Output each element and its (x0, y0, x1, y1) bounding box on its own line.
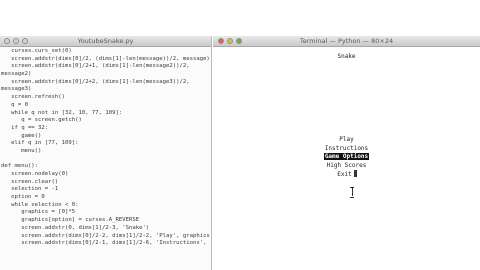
terminal-titlebar[interactable]: Terminal — Python — 80×24 (213, 36, 480, 47)
text-cursor-icon (350, 187, 354, 198)
terminal-window[interactable]: Terminal — Python — 80×24 Snake Play Inst… (213, 36, 480, 270)
code-line: screen.addstr(dims[0]/2, (dims[1]-len(me… (1, 55, 210, 62)
code-line: def menu(): (1, 163, 39, 170)
menu-item-label: Game Options (323, 153, 370, 160)
code-editor-window[interactable]: YoutubeSnake.py curses.curs_set(0) scree… (0, 36, 212, 270)
code-line: game() (1, 132, 42, 139)
code-line: screen.addstr(dims[0]/2-2, dims[1]/2-2, … (1, 232, 212, 239)
game-menu: Play Instructions Game Options High Scores E… (213, 136, 480, 179)
code-line: while q not in [32, 10, 77, 109]: (1, 109, 123, 116)
code-line: selection = -1 (1, 186, 59, 193)
code-line: q = 0 (1, 101, 28, 108)
code-line: while selection < 0: (1, 201, 79, 208)
code-line: q = screen.getch() (1, 117, 82, 124)
code-line: screen.addstr(dims[0]/2+1, (dims[1]-len(… (1, 63, 190, 70)
code-line: message2) (1, 71, 32, 78)
menu-item-game-options[interactable]: Game Options (213, 153, 480, 162)
code-line: graphics = [0]*5 (1, 209, 76, 216)
code-line: screen.addstr(0, dims[1]/2-3, 'Snake') (1, 224, 150, 231)
editor-titlebar[interactable]: YoutubeSnake.py (0, 36, 211, 47)
code-line: screen.addstr(dims[0]/2-1, dims[1]/2-6, … (1, 240, 207, 247)
menu-item-exit[interactable]: Exit (213, 170, 480, 179)
code-line: elif q in [77, 109]: (1, 140, 79, 147)
code-line: menu() (1, 147, 42, 154)
menu-item-label: Play (339, 136, 354, 143)
code-line: option = 0 (1, 194, 45, 201)
code-line: screen.clear() (1, 178, 59, 185)
terminal-title: Terminal — Python — 80×24 (299, 37, 394, 45)
terminal-screen[interactable]: Snake Play Instructions Game Options High S… (213, 47, 480, 270)
game-title: Snake (337, 53, 356, 60)
code-line: screen.nodelay(0) (1, 171, 69, 177)
menu-item-label: Exit (337, 171, 352, 178)
code-line: message3) (1, 86, 32, 93)
code-line: if q == 32: (1, 124, 49, 131)
editor-title: YoutubeSnake.py (77, 37, 134, 45)
menu-item-label: Instructions (324, 144, 369, 152)
code-line: graphics[option] = curses.A_REVERSE (1, 217, 140, 224)
menu-item-label: High Scores (326, 161, 367, 169)
menu-item-play[interactable]: Play (213, 136, 480, 145)
code-line: screen.addstr(dims[0]/2+2, (dims[1]-len(… (1, 78, 190, 85)
menu-item-instructions[interactable]: Instructions (213, 145, 480, 154)
code-text-area[interactable]: curses.curs_set(0) screen.addstr(dims[0]… (0, 47, 211, 248)
code-line: curses.curs_set(0) (1, 48, 72, 54)
code-line: screen.refresh() (1, 94, 65, 101)
menu-item-high-scores[interactable]: High Scores (213, 162, 480, 171)
terminal-cursor (353, 170, 357, 177)
